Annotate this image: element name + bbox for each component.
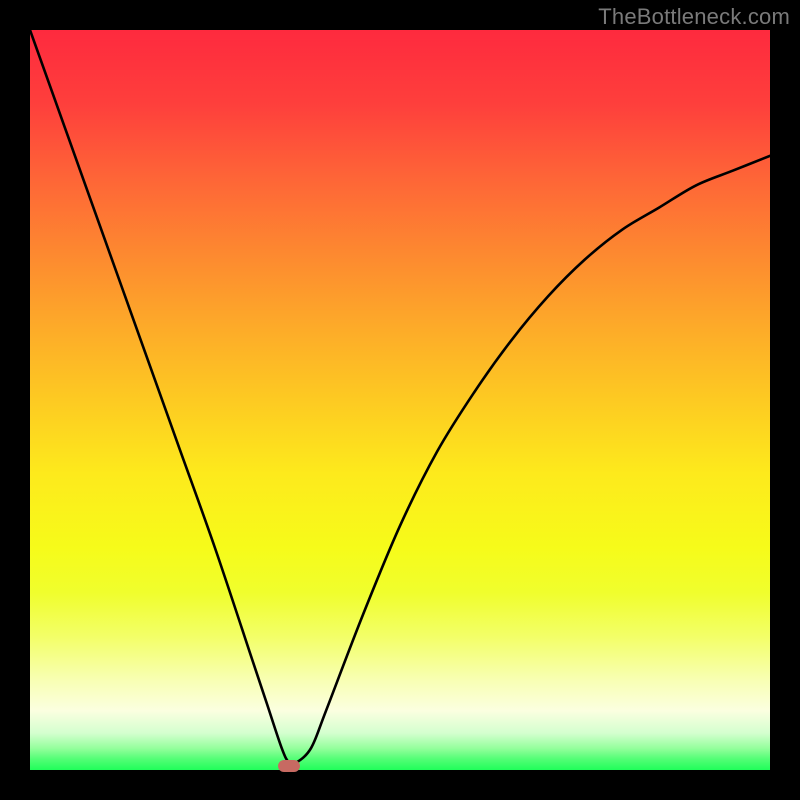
plot-area — [30, 30, 770, 770]
chart-frame: TheBottleneck.com — [0, 0, 800, 800]
watermark-text: TheBottleneck.com — [598, 4, 790, 30]
bottleneck-curve — [30, 30, 770, 770]
optimal-point-marker — [278, 760, 300, 772]
